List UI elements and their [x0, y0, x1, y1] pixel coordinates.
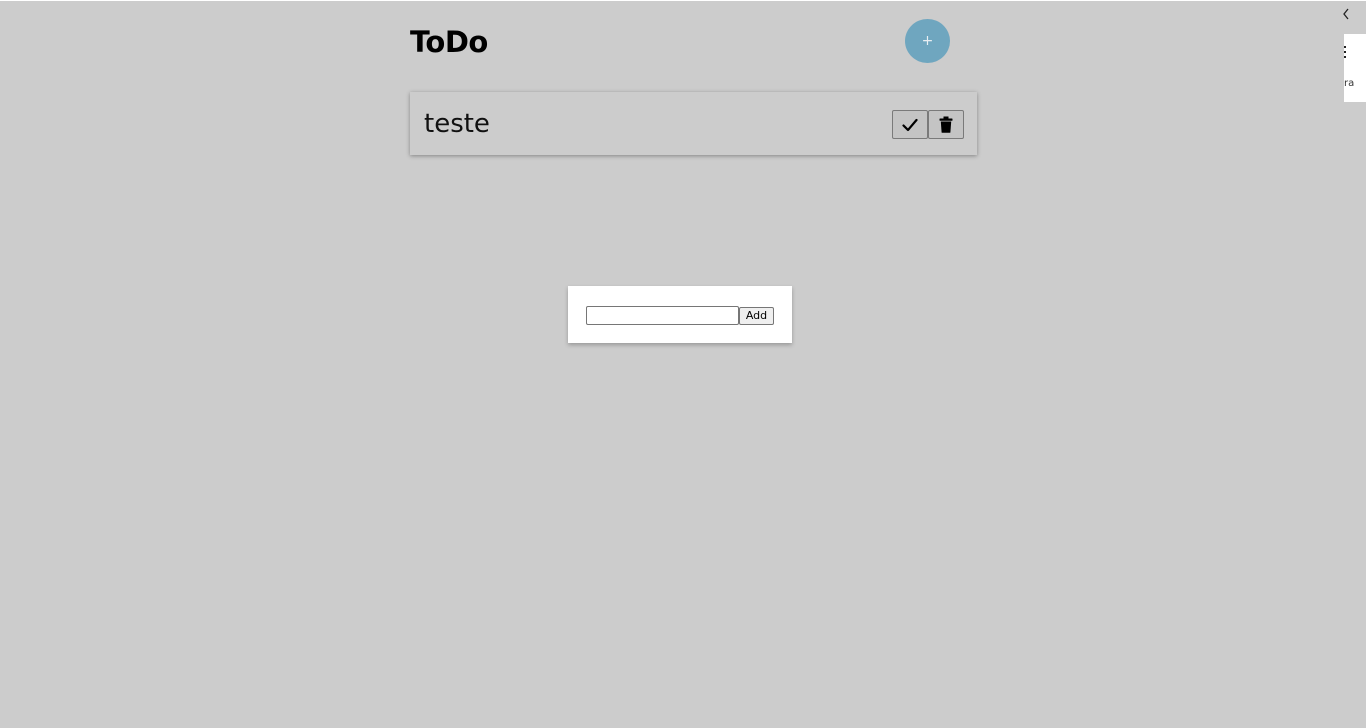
side-panel: ra	[1344, 34, 1366, 102]
todo-item: teste	[410, 92, 977, 155]
add-button[interactable]: Add	[739, 307, 774, 325]
todo-item-actions	[892, 110, 964, 139]
check-icon	[902, 118, 918, 131]
todo-item-text: teste	[424, 109, 490, 139]
add-todo-fab[interactable]: +	[905, 19, 950, 63]
new-todo-input[interactable]	[586, 306, 739, 325]
kebab-menu-icon	[1344, 46, 1346, 58]
window-top-edge	[0, 0, 1366, 1]
complete-todo-button[interactable]	[892, 110, 928, 139]
delete-todo-button[interactable]	[928, 110, 964, 139]
chevron-left-icon	[1343, 8, 1349, 20]
side-panel-back-button[interactable]	[1340, 4, 1354, 24]
side-panel-menu-button[interactable]	[1344, 44, 1348, 58]
trash-icon	[939, 116, 953, 133]
page-title: ToDo	[410, 25, 488, 59]
add-todo-dialog: Add	[568, 286, 792, 343]
side-panel-text: ra	[1344, 78, 1355, 89]
